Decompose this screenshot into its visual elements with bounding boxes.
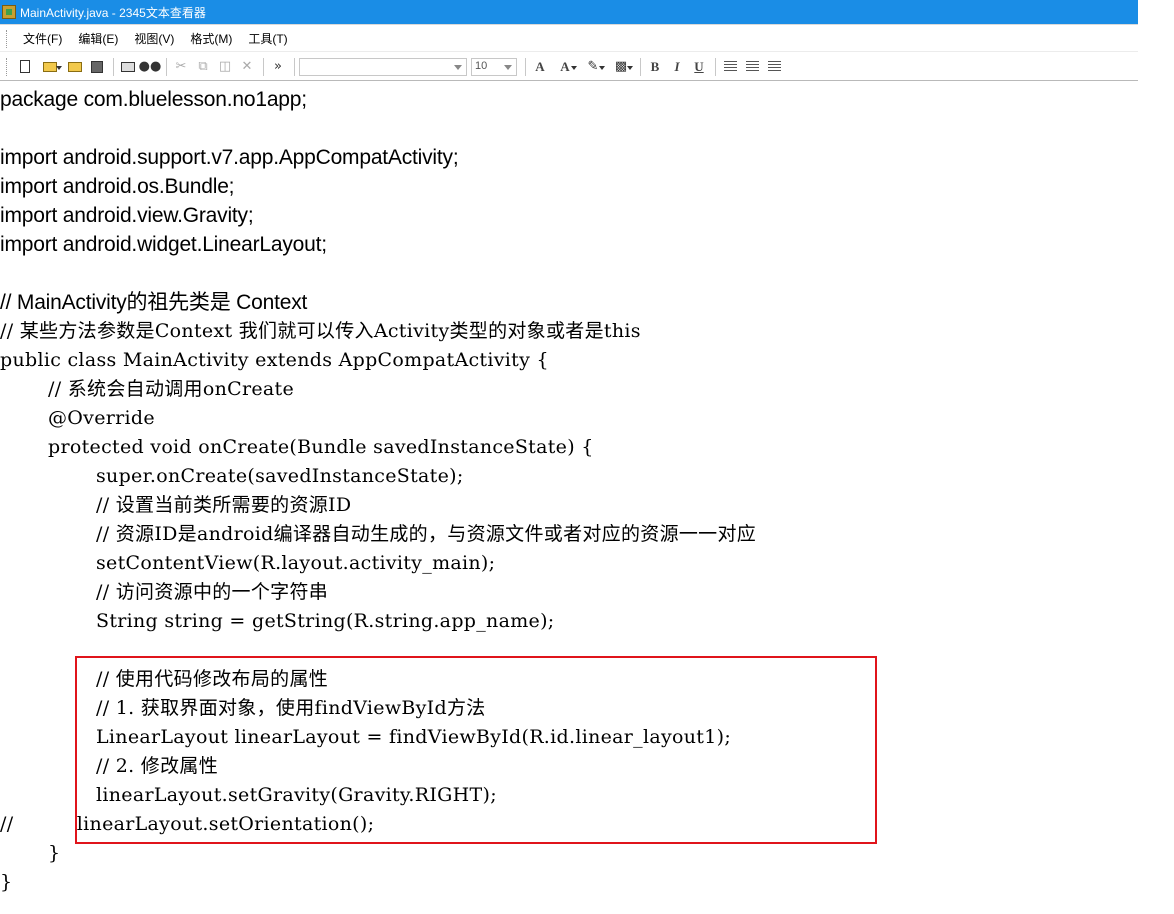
code-line: import android.support.v7.app.AppCompatA… [0,146,459,169]
code-line: setContentView(R.layout.activity_main); [96,552,496,574]
highlight-button[interactable]: ✎ [580,57,606,77]
toolbar-separator [263,57,264,76]
menubar-grip[interactable] [6,29,9,48]
underline-icon: U [694,58,704,74]
toolbar-separator [166,57,167,76]
code-line: protected void onCreate(Bundle savedInst… [48,436,594,458]
font-name-select[interactable] [299,57,467,76]
bold-button[interactable]: B [645,57,665,77]
code-line: // 系统会自动调用onCreate [48,378,294,400]
window-title: MainActivity.java - 2345文本查看器 [20,5,206,20]
code-line: // 设置当前类所需要的资源ID [96,494,352,516]
italic-icon: I [674,58,680,74]
bold-icon: B [650,58,660,74]
print-icon [121,61,135,72]
copy-icon: ⧉ [198,59,208,74]
font-size-select[interactable]: 10 [471,57,517,76]
code-line: package com.bluelesson.no1app; [0,88,307,111]
toolbar-separator [294,57,295,76]
code-line: public class MainActivity extends AppCom… [0,349,549,371]
open-recent-button[interactable] [65,57,85,77]
toolbar-separator [525,57,526,76]
align-left-button[interactable] [720,57,740,77]
toolbar-overflow-button[interactable]: » [268,57,288,77]
align-right-button[interactable] [764,57,784,77]
toolbar-separator [113,57,114,76]
new-file-button[interactable] [15,57,35,77]
save-button[interactable] [87,57,107,77]
scissors-icon: ✂ [175,59,187,74]
binoculars-icon: ●● [138,59,162,74]
paste-icon: ◫ [218,59,232,74]
title-bar: MainActivity.java - 2345文本查看器 [0,0,1138,25]
title-bar-right-area [1138,0,1174,25]
code-line: // 某些方法参数是Context 我们就可以传入Activity类型的对象或者… [0,320,641,342]
code-line: // MainActivity的祖先类是 Context [0,291,308,314]
italic-button[interactable]: I [667,57,687,77]
close-icon: ✕ [241,59,253,74]
menu-format[interactable]: 格式(M) [182,28,240,49]
font-color-icon: A [560,58,570,74]
code-line: import android.view.Gravity; [0,204,254,227]
menu-tools[interactable]: 工具(T) [240,28,295,49]
toolbar-grip[interactable] [6,57,9,76]
code-line: import android.os.Bundle; [0,175,235,198]
new-file-icon [20,60,30,73]
font-size-value: 10 [475,59,488,72]
code-line: super.onCreate(savedInstanceState); [96,465,464,487]
open-folder-icon [43,61,57,72]
copy-button[interactable]: ⧉ [193,57,213,77]
menu-file[interactable]: 文件(F) [15,28,70,49]
grow-font-button[interactable]: A [530,57,550,77]
toolbar-separator [715,57,716,76]
app-icon [2,5,16,19]
align-right-icon [767,61,781,72]
paste-button[interactable]: ◫ [215,57,235,77]
folder-icon [68,61,82,72]
delete-button[interactable]: ✕ [237,57,257,77]
align-center-icon [745,61,759,72]
grow-font-icon: A [535,58,545,74]
find-button[interactable]: ●● [138,57,162,77]
code-line: import android.widget.LinearLayout; [0,233,327,256]
text-editor[interactable]: package com.bluelesson.no1app; import an… [0,82,1174,914]
open-file-button[interactable] [37,57,63,77]
font-color-button[interactable]: A [552,57,578,77]
red-annotation-box [75,656,877,844]
menu-bar: 文件(F) 编辑(E) 视图(V) 格式(M) 工具(T) [0,26,1138,52]
toolbar: ●● ✂ ⧉ ◫ ✕ » 10 A A ✎ ▩ B I U [0,53,1138,81]
cut-button[interactable]: ✂ [171,57,191,77]
underline-button[interactable]: U [689,57,709,77]
print-button[interactable] [118,57,138,77]
paint-bucket-icon: ▩ [614,59,628,74]
save-icon [91,60,103,73]
code-line: @Override [48,407,155,429]
code-line: // 资源ID是android编译器自动生成的，与资源文件或者对应的资源一一对应 [96,523,757,545]
highlighter-icon: ✎ [587,59,599,74]
code-line: } [48,842,61,864]
code-line: // 访问资源中的一个字符串 [96,581,329,603]
fill-button[interactable]: ▩ [608,57,634,77]
menu-view[interactable]: 视图(V) [126,28,182,49]
menu-edit[interactable]: 编辑(E) [70,28,126,49]
code-line: } [0,871,13,893]
align-left-icon [723,61,737,72]
toolbar-separator [640,57,641,76]
align-center-button[interactable] [742,57,762,77]
code-line: String string = getString(R.string.app_n… [96,610,555,632]
